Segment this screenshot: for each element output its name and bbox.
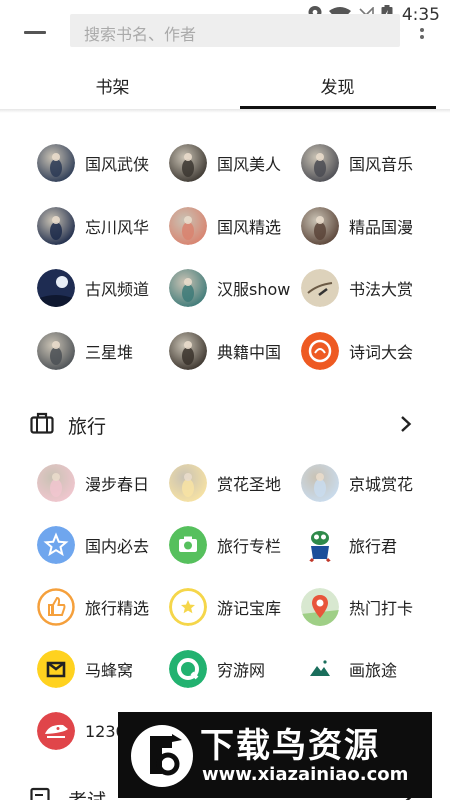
chevron-right-icon[interactable] — [400, 415, 412, 433]
watermark-title: 下载鸟资源 — [200, 726, 380, 766]
travel-mascot-icon — [301, 526, 339, 564]
wuxia-avatar — [37, 144, 75, 182]
status-time: 4:35 — [401, 5, 440, 25]
grid-item[interactable]: 三星堆 — [37, 328, 172, 374]
moon-avatar — [37, 269, 75, 307]
camera-icon — [169, 526, 207, 564]
grid-item-label: 典籍中国 — [217, 342, 282, 362]
hanfu-avatar — [169, 269, 207, 307]
grid-item-label: 穷游网 — [217, 661, 266, 680]
menu-icon[interactable] — [24, 31, 46, 34]
classics-avatar — [169, 331, 207, 370]
selection-avatar — [169, 206, 207, 245]
grid-item[interactable]: 国风精选 — [169, 203, 304, 249]
grid-item-label: 旅行君 — [349, 537, 398, 556]
flower-avatar — [169, 464, 207, 502]
grid-item-label: 热门打卡 — [349, 599, 414, 618]
wangchuan-avatar — [37, 206, 75, 245]
grid-item[interactable]: 汉服show — [169, 265, 304, 311]
grid-item[interactable]: 漫步春日 — [37, 460, 172, 506]
grid-item-label: 汉服show — [217, 280, 291, 299]
watermark-banner: 下载鸟资源 www.xiazainiao.com — [118, 712, 432, 798]
travel-section-title: 旅行 — [68, 416, 107, 438]
grid-item[interactable]: 古风频道 — [37, 265, 172, 311]
search-input[interactable]: 搜索书名、作者 — [70, 14, 400, 47]
grid-item-label: 漫步春日 — [85, 475, 150, 494]
grid-item[interactable]: 热门打卡 — [301, 584, 436, 630]
grid-item-label: 国风音乐 — [349, 155, 414, 174]
grid-item-label: 三星堆 — [85, 342, 134, 362]
grid-item[interactable]: 诗词大会 — [301, 328, 436, 374]
grid-item-label: 国风美人 — [217, 155, 282, 174]
grid-item-label: 国风武侠 — [85, 155, 150, 174]
more-options-icon[interactable] — [418, 26, 426, 46]
tab-discover[interactable]: 发现 — [225, 66, 450, 110]
grid-item-label: 忘川风华 — [85, 217, 150, 237]
mafengwo-logo — [37, 650, 75, 688]
tab-bar: 书架 发现 — [0, 66, 450, 110]
tab-bookshelf[interactable]: 书架 — [0, 66, 225, 110]
grid-item[interactable]: 国风美人 — [169, 140, 304, 186]
beauty-avatar — [169, 144, 207, 182]
grid-item-label: 国风精选 — [217, 217, 282, 237]
spring-avatar — [37, 464, 75, 502]
exam-section-title: 考试 — [68, 786, 106, 800]
grid-item[interactable]: 典籍中国 — [169, 328, 304, 374]
grid-item-label: 书法大赏 — [349, 280, 414, 299]
grid-item[interactable]: 京城赏花 — [301, 460, 436, 506]
star-circle-icon — [169, 588, 207, 626]
grid-item-label: 诗词大会 — [349, 342, 414, 362]
mountain-logo — [301, 650, 339, 688]
grid-item-label: 精品国漫 — [349, 217, 414, 237]
grid-item[interactable]: 穷游网 — [169, 646, 304, 692]
grid-item[interactable]: 旅行精选 — [37, 584, 172, 630]
grid-item[interactable]: 赏花圣地 — [169, 460, 304, 506]
grid-item[interactable]: 画旅途 — [301, 646, 436, 692]
music-avatar — [301, 144, 339, 182]
grid-item[interactable]: 书法大赏 — [301, 265, 436, 311]
train-logo — [37, 712, 75, 750]
poetry-avatar — [301, 331, 339, 370]
grid-item-label: 马蜂窝 — [85, 661, 134, 680]
grid-item[interactable]: 旅行君 — [301, 522, 436, 568]
grid-item-label: 京城赏花 — [349, 475, 414, 494]
thumbs-up-icon — [37, 588, 75, 626]
grid-item-label: 赏花圣地 — [217, 475, 282, 494]
map-pin-icon — [301, 588, 339, 626]
grid-item[interactable]: 国内必去 — [37, 522, 172, 568]
suitcase-icon — [30, 412, 54, 434]
edit-note-icon — [30, 787, 50, 800]
discover-screen: 4:35 搜索书名、作者 书架 发现 国风武侠 国风美人 国风音乐忘川风华 国风精选 精… — [0, 0, 450, 800]
grid-item[interactable]: 精品国漫 — [301, 203, 436, 249]
grid-item[interactable]: 国风音乐 — [301, 140, 436, 186]
grid-item-label: 旅行精选 — [85, 599, 150, 618]
grid-item[interactable]: 游记宝库 — [169, 584, 304, 630]
grid-item[interactable]: 忘川风华 — [37, 203, 172, 249]
comic-avatar — [301, 206, 339, 245]
grid-item-label: 旅行专栏 — [217, 537, 282, 556]
search-placeholder: 搜索书名、作者 — [84, 25, 197, 44]
grid-item[interactable]: 国风武侠 — [37, 140, 172, 186]
star-badge-icon — [37, 526, 75, 564]
sanxingdui-avatar — [37, 331, 75, 370]
grid-item-label: 国内必去 — [85, 537, 150, 556]
grid-item-label: 古风频道 — [85, 280, 150, 299]
calligraphy-avatar — [301, 269, 339, 307]
capital-flower-avatar — [301, 464, 339, 502]
guofeng-grid: 国风武侠 国风美人 国风音乐忘川风华 国风精选 精品国漫古风频道 汉服show 书法大赏三星… — [0, 140, 450, 390]
bird-logo-icon — [131, 725, 193, 787]
grid-item-label: 画旅途 — [349, 661, 398, 680]
qyer-logo — [169, 650, 207, 688]
tab-divider — [0, 109, 450, 113]
travel-section-header[interactable]: 旅行 — [0, 404, 450, 444]
watermark-url: www.xiazainiao.com — [202, 764, 409, 785]
grid-item[interactable]: 马蜂窝 — [37, 646, 172, 692]
grid-item-label: 游记宝库 — [217, 599, 282, 618]
grid-item[interactable]: 旅行专栏 — [169, 522, 304, 568]
